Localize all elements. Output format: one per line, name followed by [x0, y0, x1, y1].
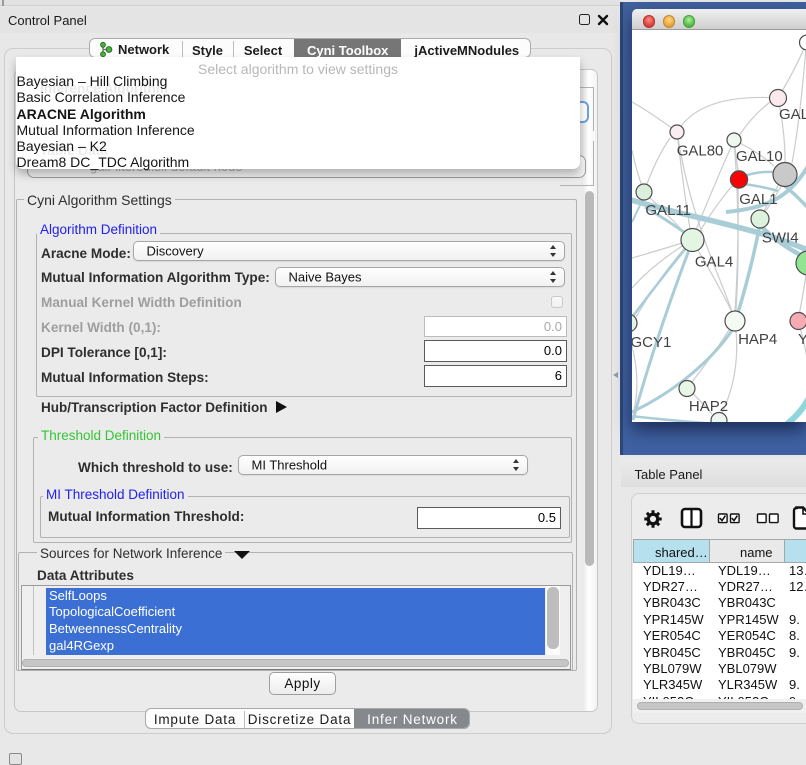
- svg-text:GCY1: GCY1: [632, 334, 671, 351]
- svg-text:YJ: YJ: [798, 331, 806, 348]
- svg-text:GAL10: GAL10: [736, 148, 783, 165]
- svg-text:GAL7: GAL7: [779, 106, 806, 123]
- svg-text:HAP4: HAP4: [738, 331, 777, 348]
- svg-text:GAL80: GAL80: [677, 143, 724, 160]
- svg-text:GAL4: GAL4: [695, 254, 733, 271]
- svg-text:GAL1: GAL1: [739, 191, 777, 208]
- svg-text:GAL11: GAL11: [645, 202, 691, 219]
- svg-text:HAP2: HAP2: [689, 398, 728, 415]
- svg-text:SWI4: SWI4: [762, 230, 799, 247]
